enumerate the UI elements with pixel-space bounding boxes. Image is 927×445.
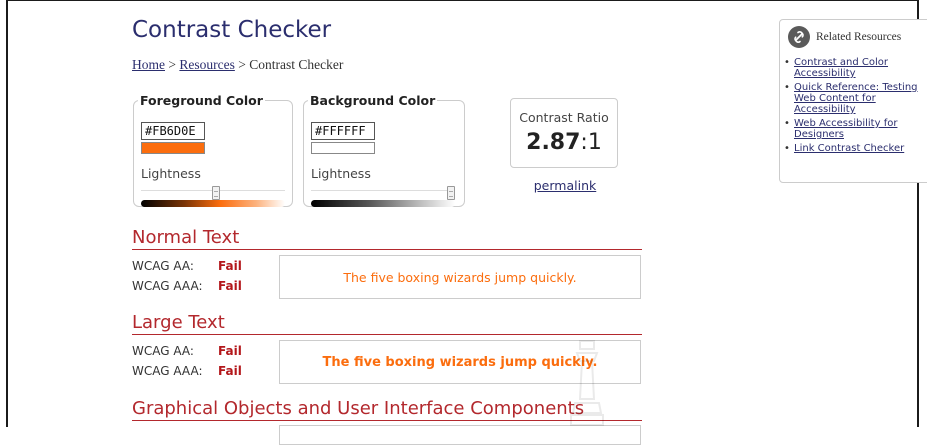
list-item: Contrast and Color Accessibility bbox=[782, 57, 927, 79]
wcag-aa-result: Fail bbox=[218, 259, 242, 273]
list-item: Web Accessibility for Designers bbox=[782, 118, 927, 140]
foreground-lightness-slider-handle[interactable] bbox=[211, 186, 220, 200]
contrast-ratio-suffix: :1 bbox=[580, 130, 602, 155]
chess-piece-watermark-icon bbox=[570, 340, 604, 426]
browser-frame: Contrast Checker Home > Resources > Cont… bbox=[6, 0, 927, 445]
wcag-aaa-label: WCAG AAA: bbox=[132, 279, 203, 293]
related-resources-panel: Related Resources Contrast and Color Acc… bbox=[779, 19, 927, 183]
foreground-color-swatch[interactable] bbox=[141, 142, 205, 154]
background-hex-input[interactable] bbox=[311, 122, 375, 140]
background-color-swatch[interactable] bbox=[311, 142, 375, 154]
list-item: Link Contrast Checker bbox=[782, 143, 927, 154]
page-title: Contrast Checker bbox=[132, 17, 332, 43]
contrast-ratio-label: Contrast Ratio bbox=[519, 110, 609, 125]
large-text-heading: Large Text bbox=[132, 312, 642, 335]
large-wcag-aaa-row: WCAG AAA: Fail bbox=[132, 364, 242, 378]
list-item: Quick Reference: Testing Web Content for… bbox=[782, 82, 927, 115]
graphical-objects-heading: Graphical Objects and User Interface Com… bbox=[132, 398, 642, 421]
wcag-aa-label: WCAG AA: bbox=[132, 344, 194, 358]
normal-text-sample: The five boxing wizards jump quickly. bbox=[279, 255, 641, 299]
related-resources-list: Contrast and Color Accessibility Quick R… bbox=[782, 57, 927, 157]
background-color-group: Background Color Lightness bbox=[303, 93, 465, 207]
foreground-lightness-label: Lightness bbox=[141, 166, 201, 181]
permalink-link[interactable]: permalink bbox=[520, 178, 610, 193]
contrast-ratio-number: 2.87 bbox=[526, 130, 581, 155]
foreground-color-legend: Foreground Color bbox=[140, 93, 263, 108]
breadcrumb-separator: > bbox=[238, 57, 246, 72]
contrast-ratio-value: 2.87:1 bbox=[511, 130, 617, 155]
large-wcag-aa-row: WCAG AA: Fail bbox=[132, 344, 242, 358]
foreground-lightness-gradient[interactable] bbox=[141, 200, 285, 207]
wcag-aaa-result: Fail bbox=[218, 364, 242, 378]
breadcrumb-separator: > bbox=[168, 57, 176, 72]
normal-text-heading: Normal Text bbox=[132, 227, 642, 250]
graphical-objects-sample bbox=[279, 425, 641, 445]
background-lightness-label: Lightness bbox=[311, 166, 371, 181]
background-color-legend: Background Color bbox=[310, 93, 436, 108]
breadcrumb-resources-link[interactable]: Resources bbox=[179, 57, 234, 72]
breadcrumb-home-link[interactable]: Home bbox=[132, 57, 165, 72]
background-lightness-slider-handle[interactable] bbox=[447, 186, 455, 200]
contrast-ratio-box: Contrast Ratio 2.87:1 bbox=[510, 98, 618, 168]
related-resources-title: Related Resources bbox=[816, 31, 902, 43]
info-icon bbox=[788, 26, 810, 48]
normal-wcag-aaa-row: WCAG AAA: Fail bbox=[132, 279, 242, 293]
breadcrumb: Home > Resources > Contrast Checker bbox=[132, 57, 343, 73]
breadcrumb-current: Contrast Checker bbox=[249, 57, 344, 72]
wcag-aa-label: WCAG AA: bbox=[132, 259, 194, 273]
resource-link-web-accessibility-designers[interactable]: Web Accessibility for Designers bbox=[794, 118, 897, 140]
wcag-aaa-result: Fail bbox=[218, 279, 242, 293]
resource-link-link-contrast-checker[interactable]: Link Contrast Checker bbox=[794, 143, 904, 154]
normal-wcag-aa-row: WCAG AA: Fail bbox=[132, 259, 242, 273]
resource-link-quick-reference[interactable]: Quick Reference: Testing Web Content for… bbox=[794, 82, 918, 115]
main-content: Contrast Checker Home > Resources > Cont… bbox=[132, 1, 927, 445]
background-lightness-gradient[interactable] bbox=[311, 200, 455, 207]
background-slider-track bbox=[311, 190, 455, 191]
foreground-hex-input[interactable] bbox=[141, 122, 205, 140]
foreground-color-group: Foreground Color Lightness bbox=[133, 93, 293, 207]
related-resources-header: Related Resources bbox=[787, 25, 927, 49]
wcag-aaa-label: WCAG AAA: bbox=[132, 364, 203, 378]
resource-link-contrast-color-accessibility[interactable]: Contrast and Color Accessibility bbox=[794, 57, 888, 79]
wcag-aa-result: Fail bbox=[218, 344, 242, 358]
